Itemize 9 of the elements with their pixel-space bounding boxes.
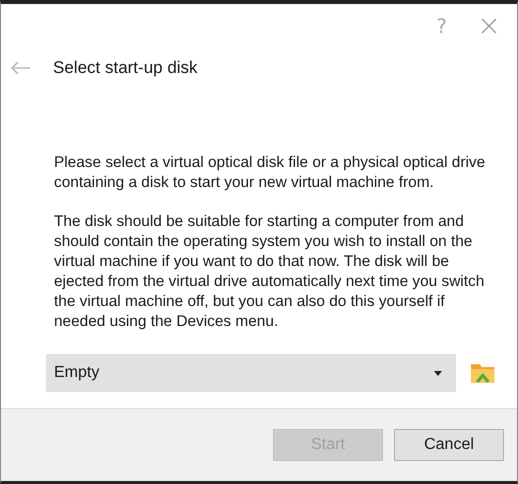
close-icon[interactable] bbox=[481, 18, 497, 34]
back-arrow-icon[interactable] bbox=[11, 61, 31, 75]
instruction-text: The disk should be suitable for starting a computer from and should contain the operating system you wish to install on the virtual machine if you want to do that now. The disk will be ejected from the virtual drive automatically next time you switch the virtual machine off, but you can also do this yourself if needed using the Devices menu. bbox=[54, 212, 486, 332]
cancel-button[interactable]: Cancel bbox=[394, 429, 504, 461]
caret-icon bbox=[434, 370, 442, 376]
disk-dropdown[interactable]: Empty bbox=[46, 354, 456, 392]
folder-icon[interactable] bbox=[470, 361, 495, 385]
instruction-text: Please select a virtual optical disk file or a physical optical drive containing a disk to start your new virtual machine from. bbox=[54, 153, 486, 193]
page-title: Select start-up disk bbox=[53, 58, 198, 78]
